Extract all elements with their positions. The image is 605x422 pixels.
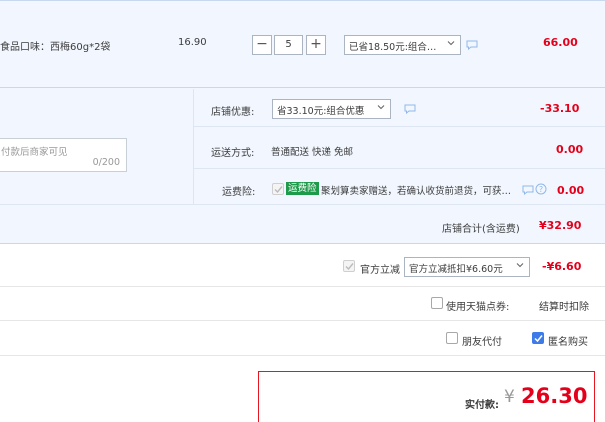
- item-promo-select[interactable]: 已省18.50元:组合…: [344, 35, 461, 55]
- official-discount-select-value: 官方立减抵扣¥6.60元: [409, 264, 503, 275]
- message-icon[interactable]: [466, 40, 478, 50]
- store-discount-amount: -33.10: [540, 102, 580, 115]
- store-discount-select-value: 省33.10元:组合优惠: [277, 106, 365, 117]
- item-subtotal: 66.00: [543, 36, 578, 49]
- unit-price: 16.90: [178, 37, 207, 48]
- chevron-down-icon: [447, 41, 455, 46]
- currency-symbol: ¥: [504, 387, 515, 407]
- product-spec: 食品口味：西梅60g*2袋: [0, 42, 111, 53]
- divider: [194, 126, 605, 127]
- quantity-plus-button[interactable]: +: [306, 35, 326, 55]
- payment-label: 实付款:: [465, 400, 499, 411]
- insurance-badge: 运费险: [286, 182, 319, 195]
- item-promo-select-value: 已省18.50元:组合…: [349, 42, 437, 53]
- anonymous-checkbox[interactable]: [532, 332, 544, 344]
- points-note: 结算时扣除: [539, 302, 589, 313]
- message-placeholder: 付款后商家可见: [1, 147, 68, 158]
- friend-pay-checkbox[interactable]: [446, 332, 458, 344]
- official-discount-checkbox: [343, 260, 355, 272]
- store-discount-select[interactable]: 省33.10元:组合优惠: [272, 99, 391, 119]
- insurance-text: 聚划算卖家赠送，若确认收货前退货，可获…: [321, 186, 512, 197]
- divider: [0, 320, 605, 321]
- chevron-down-icon: [516, 263, 524, 268]
- message-icon[interactable]: [522, 185, 534, 195]
- quantity-input[interactable]: 5: [274, 35, 303, 55]
- divider: [193, 89, 194, 204]
- friend-pay-label: 朋友代付: [462, 337, 502, 348]
- insurance-label: 运费险:: [222, 187, 256, 198]
- anonymous-label: 匿名购买: [548, 337, 588, 348]
- message-icon[interactable]: [404, 104, 416, 114]
- points-checkbox[interactable]: [431, 297, 443, 309]
- official-discount-amount: -¥6.60: [542, 260, 582, 273]
- help-icon[interactable]: ?: [535, 183, 547, 195]
- chevron-down-icon: [377, 105, 385, 110]
- divider: [0, 355, 605, 356]
- shipping-label: 运送方式:: [211, 148, 255, 159]
- store-total-amount: ¥32.90: [539, 219, 582, 232]
- insurance-checkbox: [272, 183, 284, 195]
- insurance-amount: 0.00: [557, 184, 585, 197]
- official-discount-label: 官方立减: [360, 265, 400, 276]
- store-total-label: 店铺合计(含运费): [442, 224, 520, 235]
- divider: [0, 286, 605, 287]
- store-discount-label: 店铺优惠:: [211, 107, 255, 118]
- message-counter: 0/200: [92, 157, 120, 168]
- shipping-method: 普通配送 快递 免邮: [271, 147, 354, 158]
- payment-amount: 26.30: [521, 384, 588, 408]
- points-label: 使用天猫点券:: [446, 302, 510, 313]
- seller-message-textarea[interactable]: 付款后商家可见 0/200: [0, 138, 127, 172]
- divider: [0, 204, 605, 205]
- svg-text:?: ?: [539, 185, 543, 194]
- official-discount-select[interactable]: 官方立减抵扣¥6.60元: [404, 257, 530, 277]
- quantity-minus-button[interactable]: −: [252, 35, 272, 55]
- divider: [194, 168, 605, 169]
- shipping-amount: 0.00: [556, 143, 584, 156]
- payment-total-box: 实付款: ¥ 26.30: [258, 371, 595, 422]
